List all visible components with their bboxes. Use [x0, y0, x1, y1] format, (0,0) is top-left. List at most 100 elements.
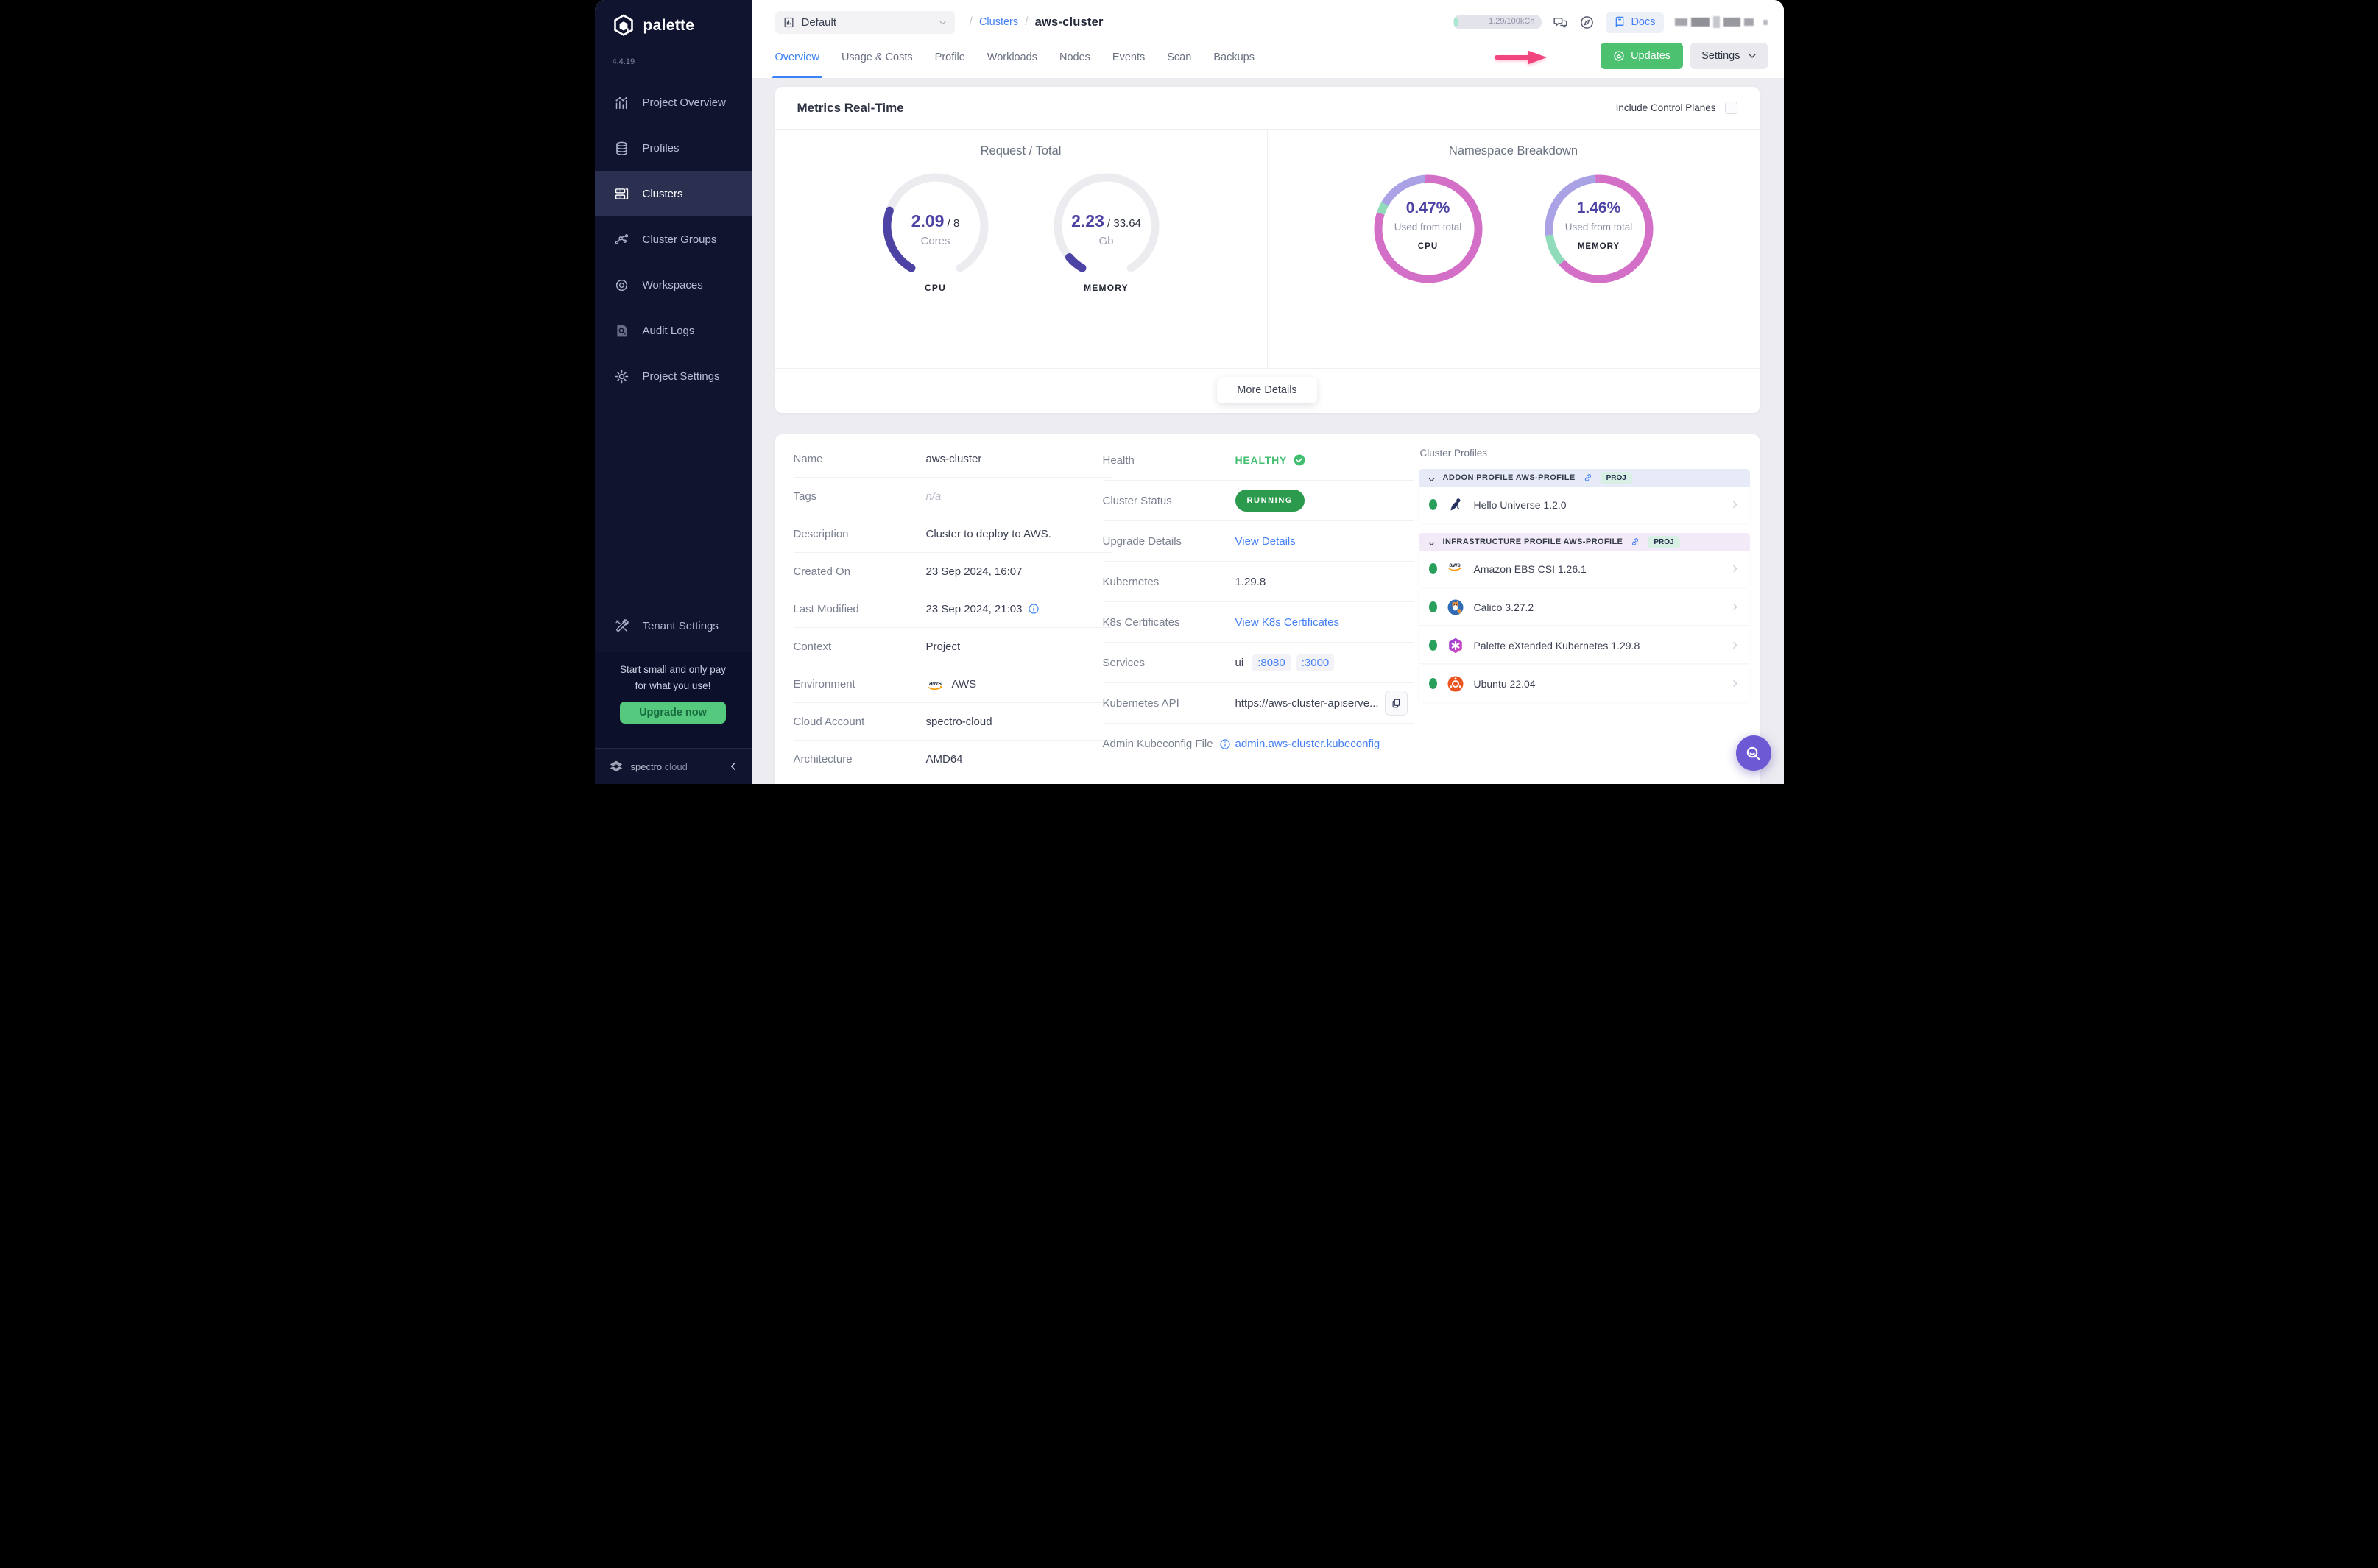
details-middle-column: Health HEALTHY Cluster Status RUNNING Upgrad… — [1102, 440, 1414, 764]
detail-value: spectro-cloud — [925, 715, 992, 728]
detail-row: Created On 23 Sep 2024, 16:07 — [793, 553, 1112, 590]
sidebar-item-label: Project Settings — [642, 370, 720, 383]
aws-icon: aws — [1447, 560, 1464, 578]
scope-badge: PROJ — [1648, 535, 1680, 548]
collapse-sidebar-icon[interactable] — [728, 761, 738, 771]
detail-label: K8s Certificates — [1102, 615, 1180, 629]
donut-memory: 1.46% Used from total MEMORY — [1540, 170, 1658, 292]
service-port-link[interactable]: :8080 — [1252, 654, 1291, 671]
sidebar-item-project-overview[interactable]: Project Overview — [595, 80, 752, 125]
sidebar-item-clusters[interactable]: Clusters — [594, 171, 752, 216]
info-icon[interactable] — [1219, 738, 1231, 750]
tab-scan[interactable]: Scan — [1167, 37, 1191, 78]
ubuntu-icon — [1447, 675, 1464, 693]
status-dot — [1428, 499, 1437, 510]
sidebar-item-project-settings[interactable]: Project Settings — [595, 353, 752, 399]
promo-text: Start small and only pay for what you us… — [619, 664, 727, 692]
aws-icon: aws — [926, 678, 946, 691]
detail-row: Architecture AMD64 — [794, 741, 1112, 778]
link-icon — [1630, 537, 1640, 547]
book-icon — [1614, 16, 1626, 28]
metrics-panel: Metrics Real-Time Include Control Planes… — [775, 87, 1760, 413]
overview-icon — [614, 95, 629, 110]
tab-workloads[interactable]: Workloads — [987, 37, 1037, 78]
gauge-value: 2.23 / 33.64 — [1071, 211, 1141, 230]
sidebar-item-tenant-settings[interactable]: Tenant Settings — [595, 611, 752, 640]
tab-overview[interactable]: Overview — [772, 37, 823, 78]
upgrade-now-button[interactable]: Upgrade now — [620, 701, 726, 724]
request-total-title: Request / Total — [980, 144, 1062, 158]
help-search-fab[interactable] — [1735, 735, 1771, 771]
breadcrumb-separator: / — [1025, 15, 1029, 28]
services-value: ui:8080:3000 — [1235, 654, 1335, 671]
profile-pack-row[interactable]: Ubuntu 22.04 — [1418, 665, 1750, 702]
profile-section-header[interactable]: INFRASTRUCTURE PROFILE AWS-PROFILE PROJ — [1418, 533, 1750, 551]
tab-nodes[interactable]: Nodes — [1059, 37, 1090, 78]
docs-button[interactable]: Docs — [1606, 11, 1664, 33]
breadcrumb-clusters-link[interactable]: Clusters — [979, 16, 1018, 28]
detail-value: Cluster to deploy to AWS. — [925, 527, 1051, 540]
service-port-link[interactable]: :3000 — [1296, 654, 1335, 671]
tab-usage-costs[interactable]: Usage & Costs — [842, 37, 913, 78]
breadcrumb: / Clusters / aws-cluster — [970, 15, 1104, 29]
profile-pack-row[interactable]: aws Amazon EBS CSI 1.26.1 — [1418, 551, 1750, 587]
profile-pack-row[interactable]: Palette eXtended Kubernetes 1.29.8 — [1418, 627, 1750, 663]
copy-button[interactable] — [1384, 691, 1408, 716]
profile-section-header[interactable]: ADDON PROFILE AWS-PROFILE PROJ — [1418, 469, 1750, 487]
settings-button[interactable]: Settings — [1690, 43, 1768, 69]
detail-row: Kubernetes API https://aws-cluster-apiser… — [1102, 683, 1414, 724]
status-dot — [1428, 601, 1437, 612]
svg-text:aws: aws — [928, 679, 941, 687]
pack-name: Palette eXtended Kubernetes 1.29.8 — [1473, 639, 1640, 651]
usage-progress — [1454, 18, 1458, 27]
gear-icon — [614, 369, 629, 384]
detail-link[interactable]: View K8s Certificates — [1235, 616, 1339, 629]
sidebar-item-workspaces[interactable]: Workspaces — [595, 262, 752, 308]
detail-label: Environment — [793, 677, 855, 691]
sidebar-item-audit-logs[interactable]: Audit Logs — [595, 308, 752, 353]
include-control-planes-label: Include Control Planes — [1615, 102, 1716, 113]
tab-profile[interactable]: Profile — [935, 37, 965, 78]
detail-row: Last Modified 23 Sep 2024, 21:03 — [793, 590, 1112, 628]
audit-icon — [614, 323, 629, 339]
compass-icon[interactable] — [1579, 15, 1595, 30]
workspaces-icon — [614, 278, 629, 293]
project-selector[interactable]: Default — [775, 10, 955, 34]
detail-link[interactable]: View Details — [1235, 535, 1296, 548]
sidebar-item-cluster-groups[interactable]: Cluster Groups — [595, 216, 752, 262]
detail-label: Health — [1102, 453, 1135, 467]
pxk-icon — [1447, 637, 1464, 654]
profile-pack-row[interactable]: Calico 3.27.2 — [1418, 589, 1750, 625]
sidebar: palette 4.4.19 Project Overview Profiles… — [594, 0, 752, 784]
pack-name: Amazon EBS CSI 1.26.1 — [1473, 562, 1587, 575]
gauge-label: MEMORY — [1084, 283, 1129, 293]
donut-label: MEMORY — [1577, 242, 1620, 251]
settings-label: Settings — [1701, 50, 1740, 62]
sidebar-item-label: Audit Logs — [642, 324, 695, 337]
cluster-profiles-list: ADDON PROFILE AWS-PROFILE PROJ Hello Uni… — [1418, 469, 1750, 702]
detail-label: Last Modified — [793, 602, 859, 615]
app-version: 4.4.19 — [612, 57, 635, 66]
info-icon[interactable] — [1028, 603, 1040, 615]
sidebar-item-label: Clusters — [642, 187, 683, 200]
tab-events[interactable]: Events — [1112, 37, 1145, 78]
metrics-title: Metrics Real-Time — [797, 100, 904, 115]
more-details-button[interactable]: More Details — [1217, 377, 1317, 403]
sidebar-item-profiles[interactable]: Profiles — [595, 125, 752, 171]
chevron-right-icon — [1730, 679, 1740, 688]
chat-icon[interactable] — [1553, 15, 1568, 30]
check-circle-icon — [1293, 453, 1306, 467]
include-control-planes-checkbox[interactable] — [1724, 102, 1737, 114]
tab-backups[interactable]: Backups — [1213, 37, 1255, 78]
chevron-down-icon — [1428, 474, 1436, 482]
detail-value: 23 Sep 2024, 21:03 — [926, 603, 1040, 615]
sidebar-item-tenant-settings[interactable]: Tenant Settings — [595, 611, 752, 640]
detail-label: Context — [793, 640, 832, 653]
profile-pack-row[interactable]: Hello Universe 1.2.0 — [1418, 487, 1750, 523]
detail-label: Admin Kubeconfig File — [1103, 738, 1235, 750]
detail-link[interactable]: admin.aws-cluster.kubeconfig — [1235, 738, 1380, 750]
detail-label: Kubernetes — [1102, 575, 1160, 588]
gauge-unit: Gb — [1098, 235, 1114, 247]
usage-quota-value: 1.29/100kCh — [1489, 17, 1535, 26]
updates-button[interactable]: Updates — [1601, 43, 1684, 69]
